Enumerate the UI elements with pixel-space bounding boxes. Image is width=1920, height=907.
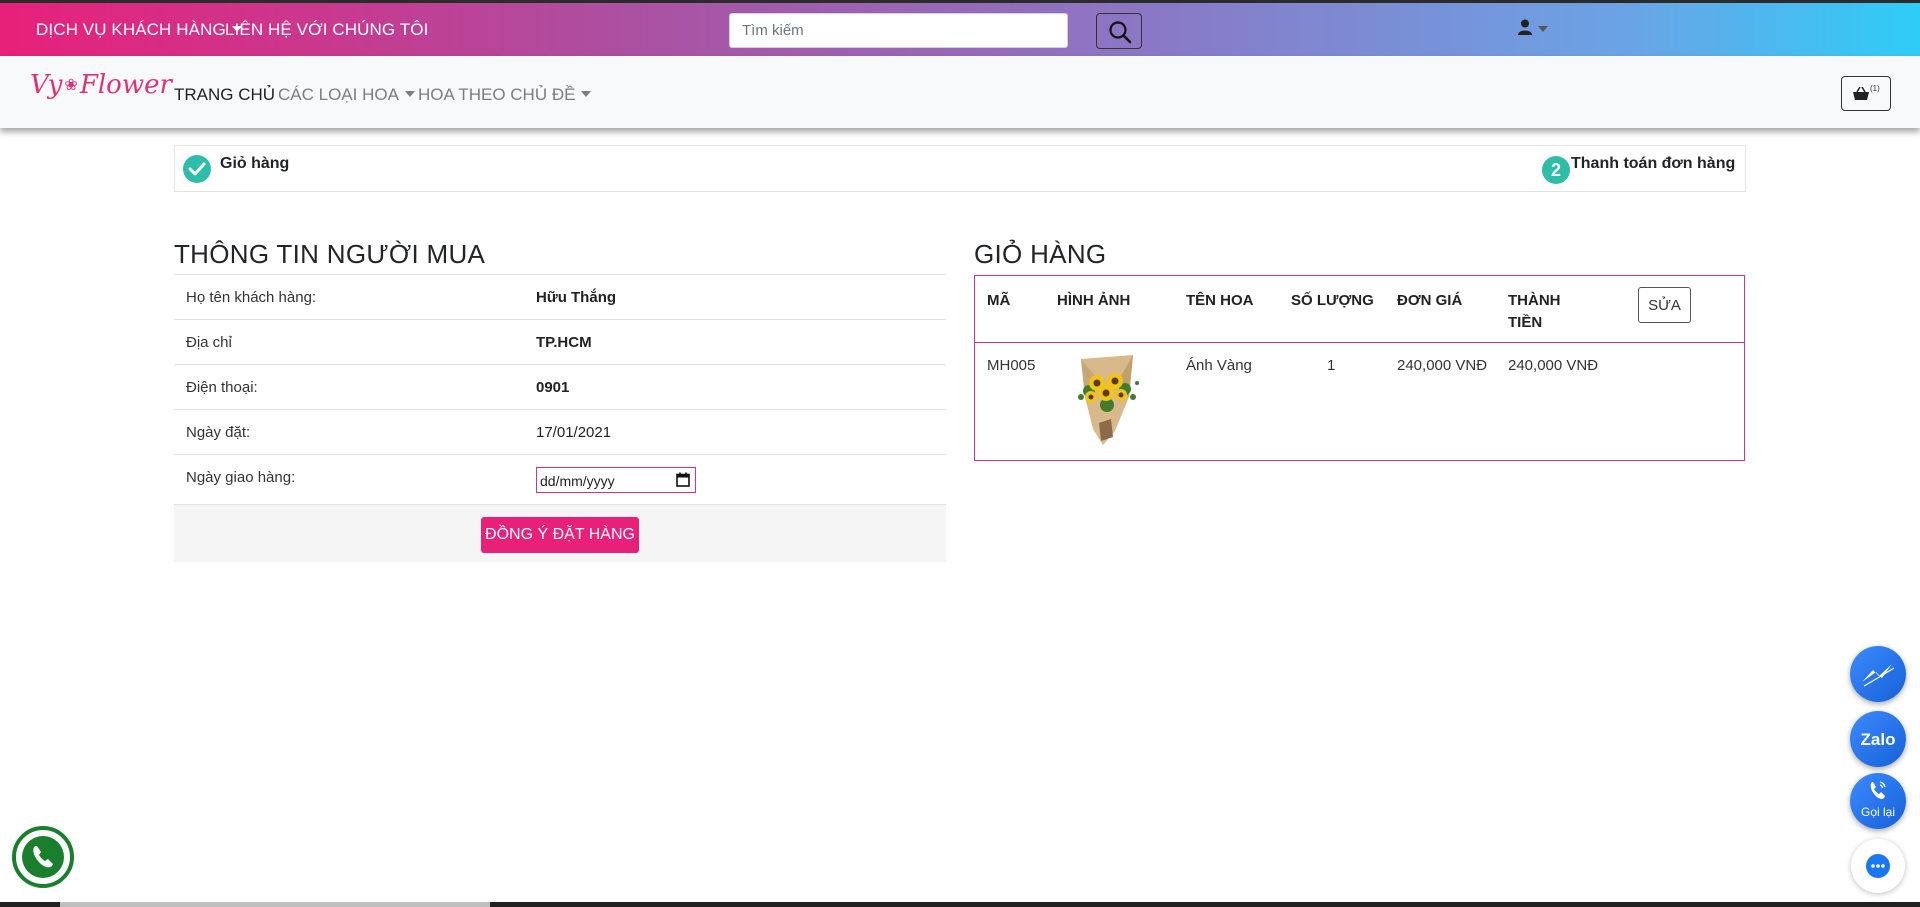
step-number-badge: 2 — [1542, 156, 1570, 184]
cart-title: GIỎ HÀNG — [974, 239, 1107, 269]
logo-text-right: Flower — [79, 70, 172, 100]
place-order-button[interactable]: ĐỒNG Ý ĐẶT HÀNG — [481, 517, 639, 553]
user-dropdown[interactable] — [1518, 19, 1548, 40]
column-header-total-line2: TIỀN — [1508, 314, 1543, 331]
hotline-button[interactable] — [12, 826, 74, 888]
callback-button[interactable]: Gọi lại — [1850, 773, 1906, 829]
cart-button[interactable]: (1) — [1841, 76, 1891, 111]
basket-icon — [1853, 87, 1869, 100]
messenger-button[interactable] — [1850, 646, 1906, 702]
cart-count-badge: (1) — [1870, 84, 1880, 93]
product-quantity: 1 — [1327, 357, 1336, 374]
cart-table-header: MÃ HÌNH ẢNH TÊN HOA SỐ LƯỢNG ĐƠN GIÁ THÀ… — [975, 276, 1744, 343]
nav-home[interactable]: TRANG CHỦ — [174, 85, 275, 105]
info-row-address: Địa chỉ TP.HCM — [174, 319, 946, 364]
contact-link[interactable]: LIÊN HỆ VỚI CHÚNG TÔI — [225, 20, 428, 40]
phone-icon — [22, 836, 64, 878]
main-navbar: Vy ❀Flower TRANG CHỦ CÁC LOẠI HOA HOA THE… — [0, 56, 1920, 128]
product-name: Ánh Vàng — [1186, 357, 1252, 374]
top-bar: DỊCH VỤ KHÁCH HÀNG LIÊN HỆ VỚI CHÚNG TÔI — [0, 0, 1920, 56]
nav-flower-themes-label: HOA THEO CHỦ ĐỀ — [418, 85, 576, 104]
date-placeholder: dd/mm/yyyy — [540, 473, 615, 489]
chat-bubble-icon — [1866, 854, 1890, 878]
info-row-order-date: Ngày đặt: 17/01/2021 — [174, 409, 946, 454]
product-total: 240,000 VNĐ — [1508, 357, 1599, 374]
info-label: Địa chỉ — [186, 334, 232, 351]
step-payment-label: Thanh toán đơn hàng — [1571, 155, 1736, 172]
nav-flower-types[interactable]: CÁC LOẠI HOA — [278, 85, 415, 105]
bottom-scrollbar[interactable] — [0, 902, 1920, 907]
column-header-code: MÃ — [987, 292, 1011, 309]
address-value: TP.HCM — [536, 334, 592, 351]
info-label: Họ tên khách hàng: — [186, 289, 317, 306]
checkout-steps: Giỏ hàng 2 Thanh toán đơn hàng — [174, 145, 1746, 192]
info-label: Ngày đặt: — [186, 424, 251, 441]
cart-table: MÃ HÌNH ẢNH TÊN HOA SỐ LƯỢNG ĐƠN GIÁ THÀ… — [974, 275, 1745, 461]
column-header-total-line1: THÀNH — [1508, 292, 1561, 309]
customer-name-value: Hữu Thắng — [536, 289, 617, 306]
check-icon — [183, 155, 211, 183]
search-icon — [1109, 21, 1132, 44]
info-row-name: Họ tên khách hàng: Hữu Thắng — [174, 274, 946, 319]
calendar-icon[interactable] — [676, 472, 690, 487]
zalo-button[interactable]: Zalo — [1850, 711, 1906, 767]
column-header-image: HÌNH ẢNH — [1057, 292, 1131, 309]
search-input[interactable] — [729, 13, 1068, 48]
brand-logo[interactable]: Vy ❀Flower — [30, 70, 172, 100]
user-icon — [1518, 19, 1532, 35]
search-button[interactable] — [1096, 13, 1142, 49]
info-label: Điện thoại: — [186, 379, 258, 396]
delivery-date-input[interactable]: dd/mm/yyyy — [536, 467, 696, 493]
column-header-unit-price: ĐƠN GIÁ — [1397, 292, 1463, 309]
callback-label: Gọi lại — [1860, 805, 1895, 819]
product-code: MH005 — [987, 357, 1036, 374]
scrollbar-thumb[interactable] — [60, 902, 490, 907]
column-header-total: THÀNH TIỀN — [1508, 290, 1561, 334]
buyer-info-table: Họ tên khách hàng: Hữu Thắng Địa chỉ TP.… — [174, 274, 946, 502]
product-unit-price: 240,000 VNĐ — [1397, 357, 1488, 374]
zalo-label: Zalo — [1860, 730, 1896, 749]
logo-text-left: Vy — [30, 70, 63, 100]
customer-service-dropdown[interactable]: DỊCH VỤ KHÁCH HÀNG — [36, 20, 242, 40]
chevron-down-icon — [1538, 26, 1548, 32]
step-cart-label: Giỏ hàng — [220, 155, 290, 172]
chevron-down-icon — [581, 91, 592, 97]
nav-flower-types-label: CÁC LOẠI HOA — [278, 85, 399, 104]
info-row-phone: Điện thoại: 0901 — [174, 364, 946, 409]
edit-cart-button[interactable]: SỬA — [1638, 287, 1691, 323]
order-action-area: ĐỒNG Ý ĐẶT HÀNG — [174, 504, 946, 562]
buyer-info-title: THÔNG TIN NGƯỜI MUA — [174, 239, 486, 269]
chat-button[interactable] — [1851, 839, 1905, 893]
info-label: Ngày giao hàng: — [186, 469, 296, 486]
column-header-name: TÊN HOA — [1186, 292, 1254, 309]
customer-service-label: DỊCH VỤ KHÁCH HÀNG — [36, 20, 226, 39]
nav-flower-themes[interactable]: HOA THEO CHỦ ĐỀ — [418, 85, 592, 105]
messenger-icon — [1862, 664, 1895, 687]
phone-value: 0901 — [536, 379, 570, 396]
column-header-quantity: SỐ LƯỢNG — [1291, 292, 1374, 309]
chevron-down-icon — [404, 91, 415, 97]
flower-icon: ❀ — [64, 75, 78, 94]
product-image — [1078, 355, 1139, 445]
order-date-value: 17/01/2021 — [536, 424, 612, 441]
phone-call-icon — [1870, 781, 1886, 799]
